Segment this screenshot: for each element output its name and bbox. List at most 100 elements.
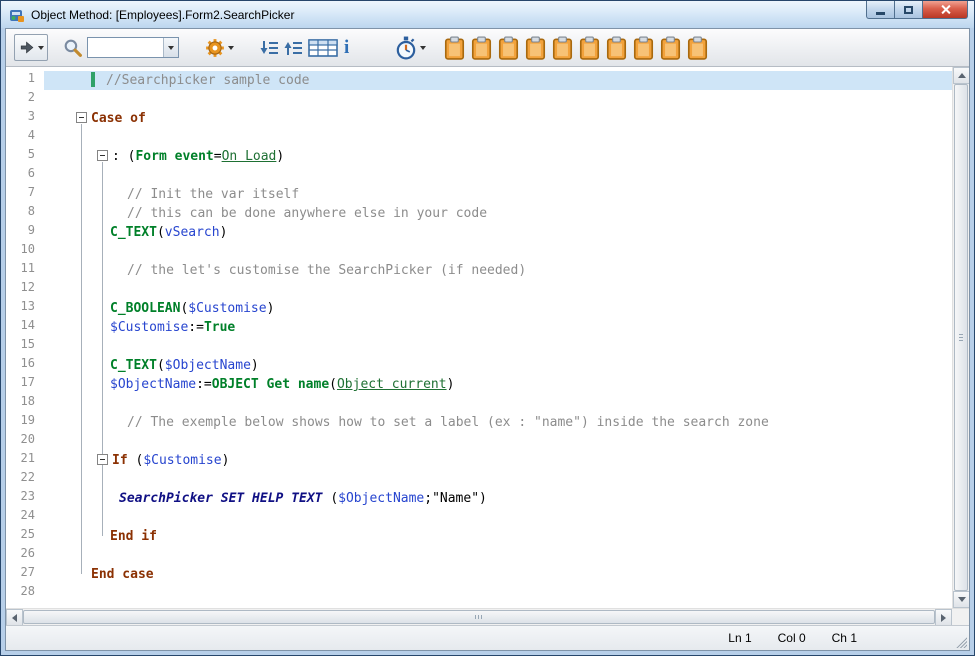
clipboard-button-7[interactable] [604,34,629,61]
clipboard-button-9[interactable] [658,34,683,61]
method-options-button[interactable] [203,34,236,61]
code-line-17[interactable]: $ObjectName:=OBJECT Get name(Object curr… [44,375,952,394]
code-line-26[interactable] [44,546,952,565]
code-editor: 1234567891011121314151617181920212223242… [6,67,969,608]
line-number: 8 [6,204,44,223]
clipboard-button-6[interactable] [577,34,602,61]
code-line-24[interactable] [44,508,952,527]
code-token: Object current [337,377,447,392]
code-line-14[interactable]: $Customise:=True [44,318,952,337]
list-view-button[interactable] [306,34,340,61]
line-number: 15 [6,337,44,356]
code-line-5[interactable]: : (Form event=On Load) [44,147,952,166]
code-token: $Customise [110,320,188,335]
code-token: ; [424,491,432,506]
timer-button[interactable] [393,34,428,61]
execute-method-button[interactable] [14,34,48,61]
thumb-grip [959,334,963,342]
code-line-22[interactable] [44,470,952,489]
thumb-grip [475,615,483,619]
code-token: : ( [112,149,135,164]
code-token: ) [267,301,275,316]
window-controls [866,1,968,19]
vertical-scrollbar[interactable] [952,67,969,608]
clipboard-button-1[interactable] [442,34,467,61]
info-button[interactable]: i [340,34,353,61]
fold-collapse-box[interactable] [76,112,87,123]
code-line-19[interactable]: // The exemple below shows how to set a … [44,413,952,432]
clipboard-button-3[interactable] [496,34,521,61]
line-number: 2 [6,90,44,109]
search-button[interactable] [60,34,85,61]
code-line-9[interactable]: C_TEXT(vSearch) [44,223,952,242]
status-line: Ln 1 [728,631,751,645]
clipboard-button-5[interactable] [550,34,575,61]
code-line-7[interactable]: // Init the var itself [44,185,952,204]
scroll-right-button[interactable] [935,609,952,626]
maximize-button[interactable] [895,1,923,19]
line-number-gutter: 1234567891011121314151617181920212223242… [6,67,44,608]
collapse-all-button[interactable] [282,34,306,61]
code-token: Form event [135,149,213,164]
code-token: := [196,377,212,392]
code-token: OBJECT Get name [212,377,329,392]
code-token: vSearch [165,225,220,240]
fold-collapse-box[interactable] [97,454,108,465]
code-token: ( [157,358,165,373]
code-line-23[interactable]: SearchPicker SET HELP TEXT ($ObjectName;… [44,489,952,508]
code-line-11[interactable]: // the let's customise the SearchPicker … [44,261,952,280]
code-line-10[interactable] [44,242,952,261]
timer-dropdown-icon[interactable] [420,46,426,50]
code-line-12[interactable] [44,280,952,299]
clipboard-button-2[interactable] [469,34,494,61]
vertical-scroll-thumb[interactable] [954,84,968,591]
clipboard-button-4[interactable] [523,34,548,61]
code-line-1[interactable]: //Searchpicker sample code [44,71,952,90]
close-button[interactable] [923,1,968,19]
scroll-down-button[interactable] [953,591,969,608]
run-arrow-icon [18,39,35,56]
magnifier-icon [62,37,83,58]
code-line-16[interactable]: C_TEXT($ObjectName) [44,356,952,375]
fold-collapse-box[interactable] [97,150,108,161]
clipboard-strip [442,34,710,61]
execute-dropdown-icon[interactable] [38,46,44,50]
code-token: ) [222,453,230,468]
search-combo-dropdown[interactable] [163,38,178,57]
titlebar[interactable]: Object Method: [Employees].Form2.SearchP… [1,1,974,28]
clipboard-button-8[interactable] [631,34,656,61]
code-token: If [112,453,128,468]
code-line-3[interactable]: Case of [44,109,952,128]
scroll-left-button[interactable] [6,609,23,626]
code-line-20[interactable] [44,432,952,451]
code-line-27[interactable]: End case [44,565,952,584]
horizontal-scrollbar[interactable] [6,609,952,625]
code-line-21[interactable]: If ($Customise) [44,451,952,470]
code-line-2[interactable] [44,90,952,109]
line-number: 7 [6,185,44,204]
code-token: //Searchpicker sample code [106,73,310,88]
code-line-4[interactable] [44,128,952,147]
line-number: 14 [6,318,44,337]
expand-all-button[interactable] [258,34,282,61]
code-line-6[interactable] [44,166,952,185]
code-line-15[interactable] [44,337,952,356]
clipboard-button-10[interactable] [685,34,710,61]
clipboard-icon [498,36,519,60]
code-line-8[interactable]: // this can be done anywhere else in you… [44,204,952,223]
code-token: // the let's customise the SearchPicker … [127,263,526,278]
search-combo[interactable] [87,37,179,58]
resize-grip[interactable] [954,635,967,648]
scroll-up-button[interactable] [953,67,969,84]
line-number: 24 [6,508,44,527]
minimize-button[interactable] [866,1,895,19]
search-input[interactable] [88,39,163,56]
line-number: 4 [6,128,44,147]
horizontal-scroll-thumb[interactable] [23,610,935,624]
options-dropdown-icon[interactable] [228,46,234,50]
code-line-13[interactable]: C_BOOLEAN($Customise) [44,299,952,318]
code-area[interactable]: //Searchpicker sample code Case of : (Form… [44,67,952,608]
code-line-18[interactable] [44,394,952,413]
code-line-25[interactable]: End if [44,527,952,546]
code-line-28[interactable] [44,584,952,603]
